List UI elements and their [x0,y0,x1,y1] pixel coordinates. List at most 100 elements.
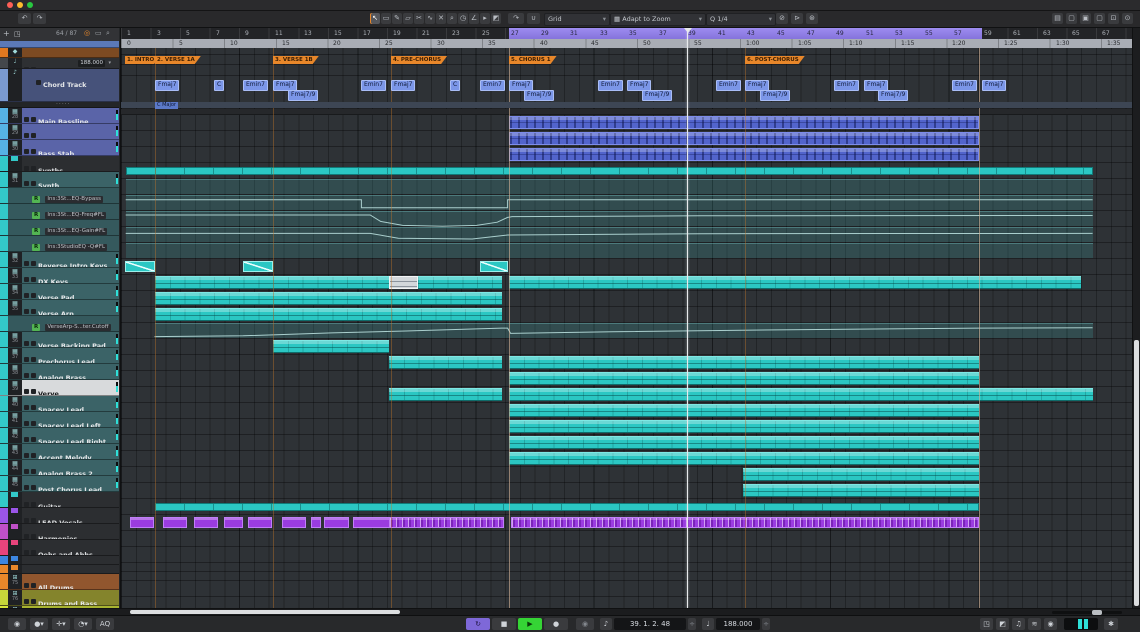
add-track-button[interactable]: + [3,29,10,38]
window-layout-button-5[interactable]: ⊙ [1122,13,1133,24]
solo-button[interactable] [31,389,36,394]
track-row-accent-melody[interactable]: ▦43Accent Melody [0,444,119,460]
region-ghost[interactable] [126,227,1093,242]
solo-button[interactable] [31,599,36,604]
autoscroll-button[interactable]: ↷ [508,13,524,24]
undo-button[interactable]: ↶ [18,13,31,24]
solo-button[interactable] [31,149,36,154]
track-row-synth[interactable]: ▦31SynthVolume [0,172,119,188]
toolbar-right-icon-0[interactable]: ⊘ [776,13,788,24]
transport-right-button-3[interactable]: ≋ [1028,618,1041,630]
automation-parameter-name[interactable]: Ins:3StudioEQ -Q#FL [45,244,107,251]
split-tool[interactable]: ✂ [414,13,424,24]
track-filter-icon[interactable]: ◳ [14,30,21,38]
automation-parameter-name[interactable]: Ins:3St...EQ-Freq#FL [45,212,106,219]
track-row-spacey-lead-right[interactable]: ▦42Spacey Lead Right [0,428,119,444]
track-row-main-bassline-choru-op[interactable]: ▦29Main Bassline Choru..op [0,124,119,140]
marker-flag[interactable]: 4. PRE-CHORUS [391,56,447,64]
mute-button[interactable] [24,181,29,186]
region-cyan[interactable] [155,292,502,305]
transport-right-button-1[interactable]: ◩ [996,618,1009,630]
track-row-prechorus-lead[interactable]: ▦37Prechorus Lead [0,348,119,364]
track-row-spacey-lead-left[interactable]: ▦41Spacey Lead Left [0,412,119,428]
mute-button[interactable] [24,421,29,426]
mute-button[interactable] [24,453,29,458]
time-stepper[interactable]: ÷ [688,618,696,630]
solo-button[interactable] [31,133,36,138]
automation-read-button[interactable]: R [32,228,40,235]
object-selection-tool[interactable]: ↖ [370,13,380,24]
region-cyan[interactable] [509,420,979,433]
chord-mute-button[interactable] [36,80,41,85]
chord-event[interactable]: Emin7 [598,80,623,91]
region-cyan[interactable] [155,276,389,289]
scale-event[interactable]: C Major [155,102,178,109]
chord-event[interactable]: Emin7 [834,80,859,91]
track-row-analog-brass[interactable]: ▦38Analog Brass [0,364,119,380]
chord-event[interactable]: Fmaj7/9 [878,90,908,101]
track-row-main-bassline[interactable]: ▦28Main Bassline [0,108,119,124]
tempo-dropdown-icon[interactable]: ▾ [108,60,111,66]
region-cyanbar[interactable] [155,503,979,511]
transport-left-button-2[interactable]: ✛▾ [52,618,70,630]
glue-tool[interactable]: ∿ [425,13,435,24]
region-ghost[interactable] [126,243,1093,258]
track-row-spacey-lead[interactable]: ▦40Spacey Lead [0,396,119,412]
region-cyan[interactable] [389,388,502,401]
zoom-tool[interactable]: ⌕ [447,13,457,24]
snap-toggle-button[interactable]: ∪ [527,13,540,24]
stop-button[interactable]: ■ [492,618,516,630]
track-row-guitar[interactable]: Guitar [0,492,119,508]
mute-button[interactable] [24,117,29,122]
chord-event[interactable]: Fmaj7 [155,80,179,91]
mute-button[interactable] [24,405,29,410]
automation-parameter-name[interactable]: Ins:3St...EQ-Gain#FL [45,228,107,235]
solo-button[interactable] [31,485,36,490]
solo-button[interactable] [31,277,36,282]
marker-flag[interactable]: 2. VERSE 1A [155,56,201,64]
region-purple[interactable] [224,517,243,528]
mute-tool[interactable]: ✕ [436,13,446,24]
folder-solo-button[interactable] [31,534,36,539]
region-blue[interactable] [509,132,979,145]
mute-button[interactable] [24,293,29,298]
mute-button[interactable] [24,357,29,362]
chord-event[interactable]: Fmaj7/9 [642,90,672,101]
color-tool[interactable]: ◩ [491,13,501,24]
track-row-ins-3studioeq-q-fl[interactable]: R Ins:3StudioEQ -Q#FL 1.0 [0,236,119,252]
track-row-post-chorus-lead[interactable]: ▦45Post Chorus Lead [0,476,119,492]
draw-tool[interactable]: ✎ [392,13,402,24]
track-row-marker[interactable]: ◆Marker [0,48,119,58]
chord-event[interactable]: Emin7 [361,80,386,91]
cycle-region[interactable] [509,28,982,39]
folder-solo-button[interactable] [31,518,36,523]
tempo-icon[interactable]: ♩ [702,618,714,630]
track-row-verse-backing-pad[interactable]: ▦36Verse Backing Pad [0,332,119,348]
track-row-ins-3st-eq-gain-fl[interactable]: R Ins:3St...EQ-Gain#FL 17.1 dB [0,220,119,236]
region-blue[interactable] [509,148,979,161]
window-layout-button-2[interactable]: ▣ [1080,13,1091,24]
toolbar-right-icon-1[interactable]: ⊳ [791,13,803,24]
solo-button[interactable] [31,405,36,410]
horizontal-scrollbar-thumb[interactable] [130,610,400,614]
region-ghost[interactable] [155,323,1093,338]
track-row-dx-keys[interactable]: ▦33DX Keys [0,268,119,284]
grid-type-select[interactable]: ▦ Adapt to Zoom▾ [610,13,706,26]
playhead[interactable] [687,28,688,608]
mute-button[interactable] [24,341,29,346]
automation-read-button[interactable]: R [32,196,40,203]
mute-button[interactable] [24,389,29,394]
cycle-button[interactable]: ↻ [466,618,490,630]
snap-type-select[interactable]: Grid▾ [544,13,610,26]
tempo-stepper[interactable]: ÷ [762,618,770,630]
track-row-seconds[interactable]: Seconds [0,41,119,48]
mute-button[interactable] [24,373,29,378]
folder-mute-button[interactable] [24,534,29,539]
solo-button[interactable] [31,469,36,474]
folder-mute-button[interactable] [24,166,29,171]
automation-read-button[interactable]: R [32,244,40,251]
track-row-verse-pad[interactable]: ▦34Verse Pad [0,284,119,300]
track-row-drums-and-bass[interactable]: ⊞76Drums and BassVolume [0,590,119,606]
region-ghost[interactable] [126,179,1093,194]
solo-button[interactable] [31,583,36,588]
